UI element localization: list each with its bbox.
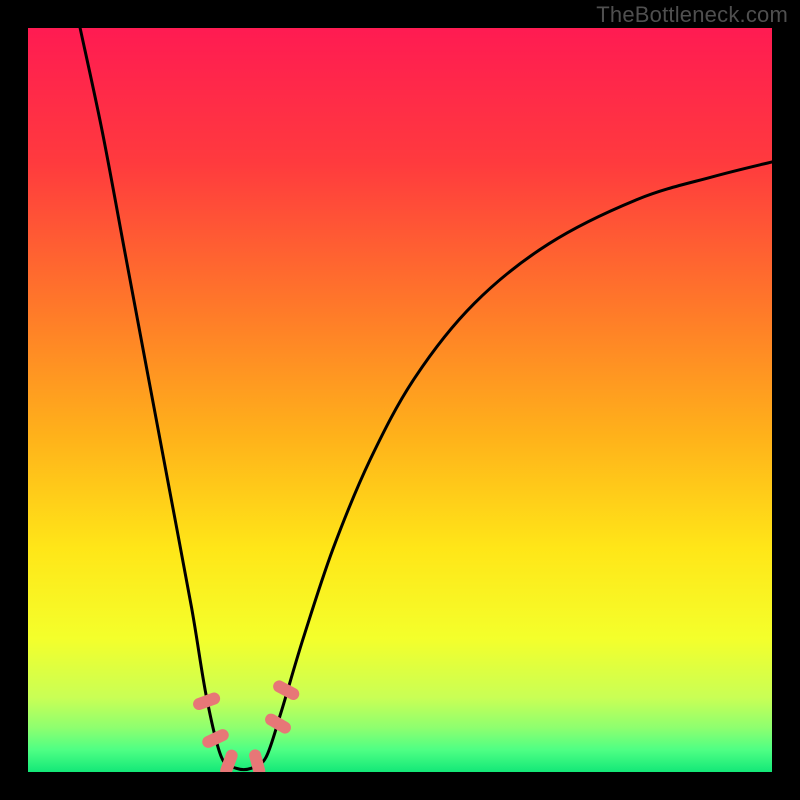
curve-markers [191,678,301,772]
chart-svg [28,28,772,772]
watermark-text: TheBottleneck.com [596,2,788,28]
curve-marker [200,727,230,750]
plot-area [28,28,772,772]
curve-marker [263,711,293,735]
bottleneck-curve [80,28,772,770]
stage: TheBottleneck.com [0,0,800,800]
